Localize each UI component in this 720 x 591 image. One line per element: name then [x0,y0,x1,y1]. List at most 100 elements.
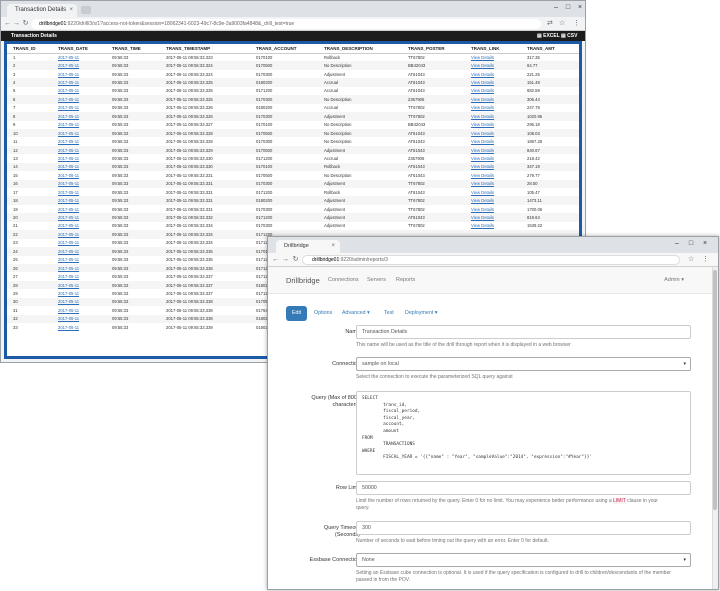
view-details-link[interactable]: View Details [471,173,494,178]
date-link[interactable]: 2017-05-11 [58,207,79,212]
name-input[interactable]: Transaction Details [356,325,691,339]
date-link[interactable]: 2017-05-11 [58,240,79,245]
menu-icon[interactable]: ⋮ [573,19,580,29]
rowlimit-input[interactable]: 50000 [356,481,691,495]
view-details-link[interactable]: View Details [471,207,494,212]
brand-logo[interactable]: Drillbridge [286,267,320,294]
date-link[interactable]: 2017-05-11 [58,122,79,127]
date-link[interactable]: 2017-05-11 [58,131,79,136]
date-link[interactable]: 2017-05-11 [58,308,79,313]
forward-icon[interactable]: → [12,19,21,29]
view-details-link[interactable]: View Details [471,198,494,203]
view-details-link[interactable]: View Details [471,215,494,220]
bookmark-star-icon[interactable]: ☆ [688,255,694,265]
date-link[interactable]: 2017-05-11 [58,72,79,77]
close-window-icon[interactable]: × [575,3,585,13]
view-details-link[interactable]: View Details [471,63,494,68]
view-details-link[interactable]: View Details [471,114,494,119]
view-details-link[interactable]: View Details [471,122,494,127]
timeout-input[interactable]: 300 [356,521,691,535]
export-csv-button[interactable]: ▤ CSV [561,31,577,41]
scrollbar-thumb[interactable] [713,270,717,510]
date-link[interactable]: 2017-05-11 [58,97,79,102]
close-window-icon[interactable]: × [700,239,710,249]
admin-menu[interactable]: Admin ▾ [664,267,684,294]
date-link[interactable]: 2017-05-11 [58,181,79,186]
date-link[interactable]: 2017-05-11 [58,232,79,237]
view-details-link[interactable]: View Details [471,131,494,136]
date-link[interactable]: 2017-05-11 [58,249,79,254]
minimize-icon[interactable]: – [672,239,682,249]
date-link[interactable]: 2017-05-11 [58,80,79,85]
date-link[interactable]: 2017-05-11 [58,257,79,262]
table-cell: 0170300 [256,139,273,145]
url-input[interactable]: drillbridge01:9220/drill/3/s/1?access-no… [31,19,541,29]
forward-icon[interactable]: → [281,255,290,265]
browser-tab-transaction-details[interactable]: Transaction Details × [7,4,77,17]
date-link[interactable]: 2017-05-11 [58,325,79,330]
view-details-link[interactable]: View Details [471,139,494,144]
date-link[interactable]: 2017-05-11 [58,223,79,228]
tab-close-icon[interactable]: × [69,4,73,17]
view-details-link[interactable]: View Details [471,223,494,228]
date-link[interactable]: 2017-05-11 [58,148,79,153]
browser-tab-drillbridge[interactable]: Drillbridge × [276,240,340,253]
date-link[interactable]: 2017-05-11 [58,164,79,169]
reload-icon[interactable]: ↻ [21,19,30,29]
date-link[interactable]: 2017-05-11 [58,156,79,161]
date-link[interactable]: 2017-05-11 [58,55,79,60]
tab-options[interactable]: Options [308,306,338,321]
sql-line: amount [362,428,400,434]
date-link[interactable]: 2017-05-11 [58,88,79,93]
url-input[interactable]: drillbridge01:9220/admin/reports/3 [302,255,680,265]
back-icon[interactable]: ← [3,19,12,29]
date-link[interactable]: 2017-05-11 [58,114,79,119]
tab-deployment[interactable]: Deployment ▾ [399,306,443,321]
back-icon[interactable]: ← [271,255,280,265]
nav-servers[interactable]: Servers [367,267,386,294]
view-details-link[interactable]: View Details [471,148,494,153]
date-link[interactable]: 2017-05-11 [58,173,79,178]
view-details-link[interactable]: View Details [471,190,494,195]
new-tab-button[interactable] [81,6,91,14]
column-header: TRANS_DATE [52,44,106,54]
date-link[interactable]: 2017-05-11 [58,316,79,321]
date-link[interactable]: 2017-05-11 [58,139,79,144]
date-link[interactable]: 2017-05-11 [58,105,79,110]
nav-reports[interactable]: Reports [396,267,415,294]
view-details-link[interactable]: View Details [471,55,494,60]
date-link[interactable]: 2017-05-11 [58,63,79,68]
date-link[interactable]: 2017-05-11 [58,283,79,288]
date-link[interactable]: 2017-05-11 [58,291,79,296]
tab-advanced[interactable]: Advanced ▾ [336,306,376,321]
tab-edit[interactable]: Edit [286,306,308,321]
tab-test[interactable]: Test [378,306,400,321]
view-details-link[interactable]: View Details [471,164,494,169]
date-link[interactable]: 2017-05-11 [58,215,79,220]
view-details-link[interactable]: View Details [471,105,494,110]
view-details-link[interactable]: View Details [471,72,494,77]
tab-close-icon[interactable]: × [331,240,335,253]
view-details-link[interactable]: View Details [471,156,494,161]
date-link[interactable]: 2017-05-11 [58,198,79,203]
date-link[interactable]: 2017-05-11 [58,190,79,195]
maximize-icon[interactable]: □ [563,3,573,13]
view-details-link[interactable]: View Details [471,97,494,102]
date-link[interactable]: 2017-05-11 [58,299,79,304]
bookmark-star-icon[interactable]: ☆ [559,19,565,29]
view-details-link[interactable]: View Details [471,80,494,85]
connection-select[interactable]: sample on local ▾ [356,357,691,371]
maximize-icon[interactable]: □ [686,239,696,249]
query-textarea[interactable]: SELECT trans_id, fiscal_period, fiscal_y… [356,391,691,475]
view-details-link[interactable]: View Details [471,181,494,186]
essbase-select[interactable]: None ▾ [356,553,691,567]
nav-connections[interactable]: Connections [328,267,359,294]
date-link[interactable]: 2017-05-11 [58,274,79,279]
minimize-icon[interactable]: – [551,3,561,13]
date-link[interactable]: 2017-05-11 [58,266,79,271]
reload-icon[interactable]: ↻ [291,255,300,265]
translate-icon[interactable]: ⇄ [547,19,553,29]
menu-icon[interactable]: ⋮ [702,255,709,265]
export-excel-button[interactable]: ▤ EXCEL [537,31,560,41]
view-details-link[interactable]: View Details [471,88,494,93]
